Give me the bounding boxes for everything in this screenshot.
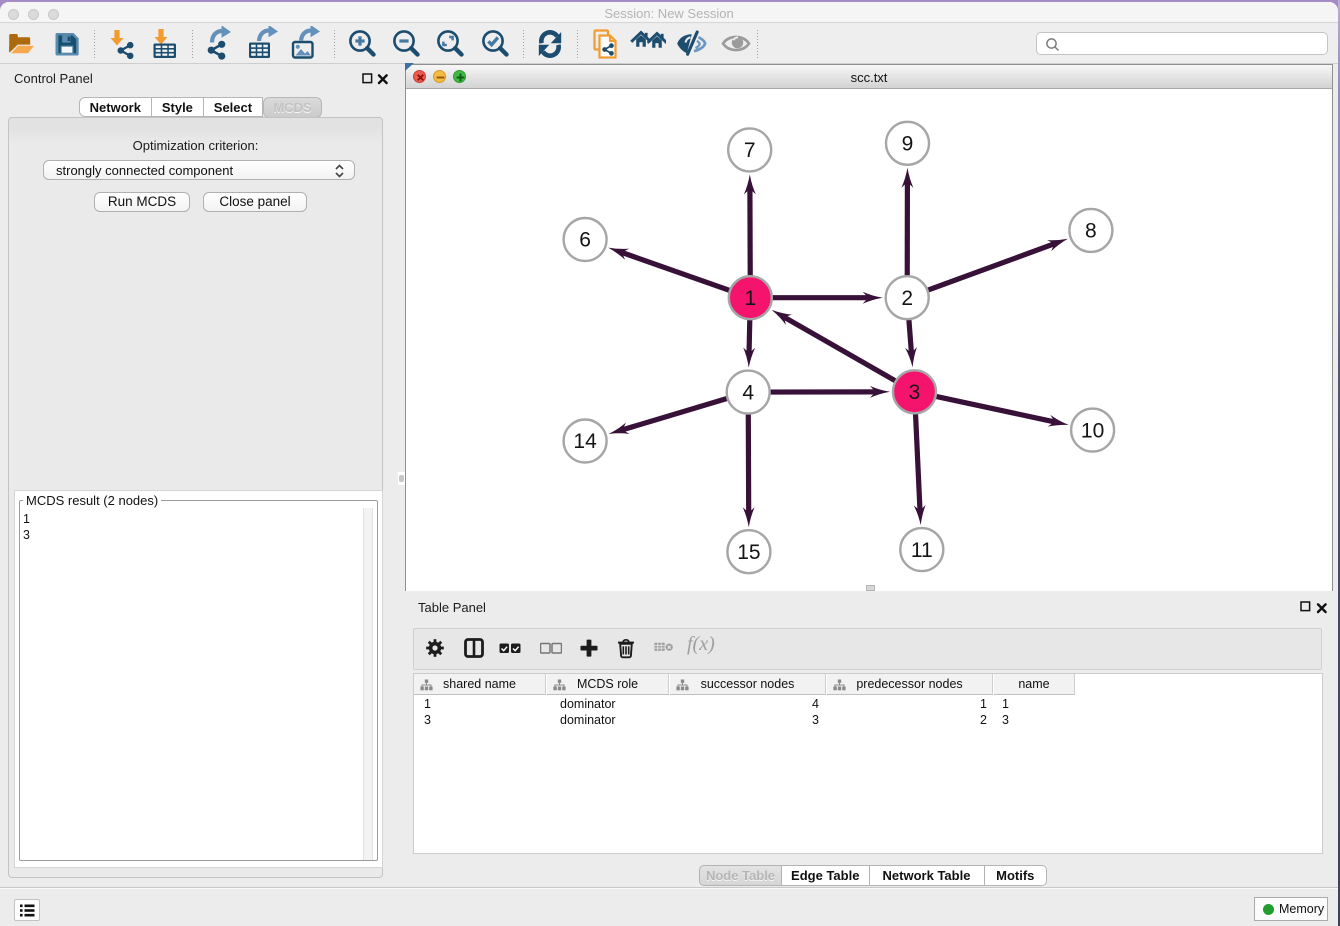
svg-text:3: 3	[909, 381, 921, 404]
svg-text:15: 15	[737, 541, 760, 564]
svg-text:1: 1	[744, 287, 756, 310]
svg-text:2: 2	[901, 287, 913, 310]
svg-text:10: 10	[1081, 419, 1104, 442]
svg-text:9: 9	[902, 133, 914, 156]
svg-text:11: 11	[911, 539, 933, 562]
svg-text:4: 4	[742, 381, 754, 404]
svg-text:7: 7	[744, 139, 756, 162]
svg-text:14: 14	[573, 430, 597, 453]
svg-text:8: 8	[1085, 220, 1097, 243]
svg-text:6: 6	[579, 229, 591, 252]
